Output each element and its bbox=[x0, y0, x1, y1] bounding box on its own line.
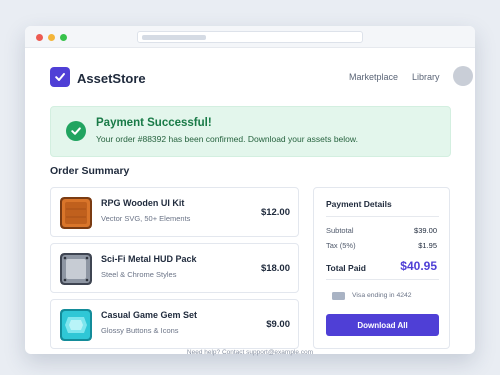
total-label: Total Paid bbox=[326, 263, 366, 273]
subtotal-value: $39.00 bbox=[414, 226, 437, 235]
payment-title: Payment Details bbox=[326, 199, 392, 209]
item-subtitle: Steel & Chrome Styles bbox=[101, 270, 177, 279]
tax-value: $1.95 bbox=[418, 241, 437, 250]
success-message: Your order #88392 has been confirmed. Do… bbox=[96, 134, 358, 144]
tax-label: Tax (5%) bbox=[326, 241, 356, 250]
close-window-dot[interactable] bbox=[36, 34, 43, 41]
item-subtitle: Vector SVG, 50+ Elements bbox=[101, 214, 191, 223]
wooden-tile-icon bbox=[60, 197, 92, 229]
check-icon bbox=[55, 73, 65, 81]
browser-window: AssetStore Marketplace Library Payment S… bbox=[25, 26, 475, 354]
item-name: Casual Game Gem Set bbox=[101, 310, 198, 320]
maximize-window-dot[interactable] bbox=[60, 34, 67, 41]
help-text[interactable]: Need help? Contact support@example.com bbox=[0, 349, 500, 356]
minimize-window-dot[interactable] bbox=[48, 34, 55, 41]
address-bar[interactable] bbox=[137, 31, 363, 43]
order-item-rpg-wooden[interactable]: RPG Wooden UI Kit Vector SVG, 50+ Elemen… bbox=[50, 187, 299, 237]
divider bbox=[326, 279, 439, 280]
address-placeholder bbox=[142, 35, 206, 40]
download-all-button[interactable]: Download All bbox=[326, 314, 439, 336]
item-price: $18.00 bbox=[260, 263, 290, 274]
total-value: $40.95 bbox=[400, 259, 437, 273]
item-name: RPG Wooden UI Kit bbox=[101, 198, 185, 208]
subtotal-label: Subtotal bbox=[326, 226, 354, 235]
item-name: Sci-Fi Metal HUD Pack bbox=[101, 254, 197, 264]
nav-marketplace[interactable]: Marketplace bbox=[349, 72, 398, 82]
app-header: AssetStore Marketplace Library bbox=[25, 48, 475, 104]
success-title: Payment Successful! bbox=[96, 117, 212, 129]
credit-card-icon bbox=[332, 292, 345, 300]
browser-titlebar bbox=[25, 26, 475, 48]
card-info: Visa ending in 4242 bbox=[352, 292, 412, 299]
order-summary-heading: Order Summary bbox=[50, 165, 130, 177]
divider bbox=[326, 216, 439, 217]
gem-tile-icon bbox=[60, 309, 92, 341]
metal-tile-icon bbox=[60, 253, 92, 285]
item-price: $9.00 bbox=[266, 319, 290, 330]
success-check-icon bbox=[66, 121, 86, 141]
avatar[interactable] bbox=[453, 66, 473, 86]
payment-details-card: Payment Details Subtotal $39.00 Tax (5%)… bbox=[313, 187, 450, 349]
order-item-scifi-metal[interactable]: Sci-Fi Metal HUD Pack Steel & Chrome Sty… bbox=[50, 243, 299, 293]
item-subtitle: Glossy Buttons & Icons bbox=[101, 326, 179, 335]
item-price: $12.00 bbox=[260, 207, 290, 218]
order-item-gem-set[interactable]: Casual Game Gem Set Glossy Buttons & Ico… bbox=[50, 299, 299, 349]
success-banner: Payment Successful! Your order #88392 ha… bbox=[50, 106, 451, 157]
brand-name[interactable]: AssetStore bbox=[77, 71, 146, 86]
nav-library[interactable]: Library bbox=[412, 72, 440, 82]
logo-check-icon[interactable] bbox=[50, 67, 70, 87]
